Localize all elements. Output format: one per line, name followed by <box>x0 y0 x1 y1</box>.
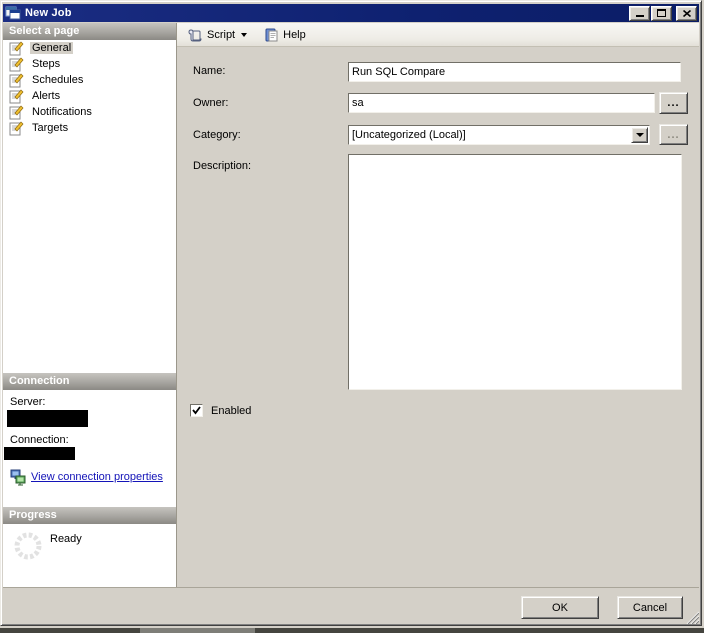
script-button[interactable]: Script <box>182 25 252 45</box>
category-dropdown-button[interactable] <box>631 127 648 143</box>
category-selected-value: [Uncategorized (Local)] <box>352 129 466 141</box>
sidebar-item-label: General <box>30 42 74 54</box>
desktop-strip-highlight <box>140 628 255 633</box>
window-icon <box>5 6 21 20</box>
enabled-checkbox[interactable] <box>190 404 203 417</box>
connection-header: Connection <box>3 373 176 390</box>
resize-grip[interactable] <box>684 609 699 624</box>
server-label: Server: <box>10 396 46 408</box>
close-button[interactable] <box>676 5 697 21</box>
owner-input[interactable] <box>348 93 655 113</box>
category-browse-button[interactable]: ... <box>659 124 688 145</box>
page-icon <box>9 105 24 120</box>
ok-button[interactable]: OK <box>521 596 599 619</box>
owner-browse-button[interactable]: ... <box>659 92 688 114</box>
titlebar-buttons <box>629 5 697 21</box>
script-button-label: Script <box>207 28 236 41</box>
window-title: New Job <box>25 7 72 19</box>
progress-header: Progress <box>3 507 176 524</box>
cancel-button[interactable]: Cancel <box>617 596 683 619</box>
maximize-button[interactable] <box>651 5 672 21</box>
sidebar-item-label: Notifications <box>32 106 92 118</box>
page-icon <box>9 41 24 56</box>
screen: New Job Select a page General Steps Sche… <box>0 0 704 633</box>
name-input[interactable] <box>348 62 681 82</box>
sidebar-item-general[interactable]: General <box>3 40 176 56</box>
script-dropdown-arrow-icon <box>241 32 248 37</box>
help-button[interactable]: Help <box>258 25 311 45</box>
help-icon <box>265 28 278 41</box>
page-list: General Steps Schedules Alerts Notificat… <box>3 40 176 373</box>
sidebar-item-notifications[interactable]: Notifications <box>3 104 176 120</box>
footer-divider <box>3 587 699 588</box>
sidebar-item-label: Schedules <box>32 74 84 86</box>
sidebar-item-alerts[interactable]: Alerts <box>3 88 176 104</box>
maximize-icon <box>657 9 666 17</box>
category-label: Category: <box>193 129 241 141</box>
desktop-strip <box>0 628 704 633</box>
page-icon <box>9 121 24 136</box>
panel-divider <box>176 23 177 587</box>
page-icon <box>9 89 24 104</box>
minimize-button[interactable] <box>629 5 650 21</box>
connection-properties-icon <box>10 469 26 486</box>
sidebar-item-targets[interactable]: Targets <box>3 120 176 136</box>
chevron-down-icon <box>635 133 644 137</box>
enabled-label: Enabled <box>211 405 252 417</box>
owner-label: Owner: <box>193 97 229 109</box>
toolbar: Script Help <box>177 23 699 47</box>
sidebar-item-steps[interactable]: Steps <box>3 56 176 72</box>
help-button-label: Help <box>283 28 306 41</box>
sidebar-item-schedules[interactable]: Schedules <box>3 72 176 88</box>
view-connection-properties-link[interactable]: View connection properties <box>31 471 163 483</box>
titlebar[interactable]: New Job <box>3 4 699 22</box>
connection-label: Connection: <box>10 434 69 446</box>
progress-spinner-icon <box>14 532 42 560</box>
checkmark-icon <box>192 406 201 415</box>
sidebar-item-label: Alerts <box>32 90 61 102</box>
sidebar-item-label: Steps <box>32 58 61 70</box>
connection-value-redacted <box>4 447 75 460</box>
category-dropdown[interactable]: [Uncategorized (Local)] <box>348 125 650 145</box>
minimize-icon <box>635 14 644 17</box>
page-icon <box>9 73 24 88</box>
select-a-page-header: Select a page <box>3 23 176 40</box>
sidebar-item-label: Targets <box>32 122 69 134</box>
close-icon <box>682 9 691 17</box>
description-textarea[interactable] <box>348 154 682 390</box>
description-label: Description: <box>193 160 252 172</box>
name-label: Name: <box>193 65 226 77</box>
progress-status: Ready <box>50 533 82 545</box>
script-icon <box>188 28 202 41</box>
server-value-redacted <box>7 410 88 427</box>
page-icon <box>9 57 24 72</box>
